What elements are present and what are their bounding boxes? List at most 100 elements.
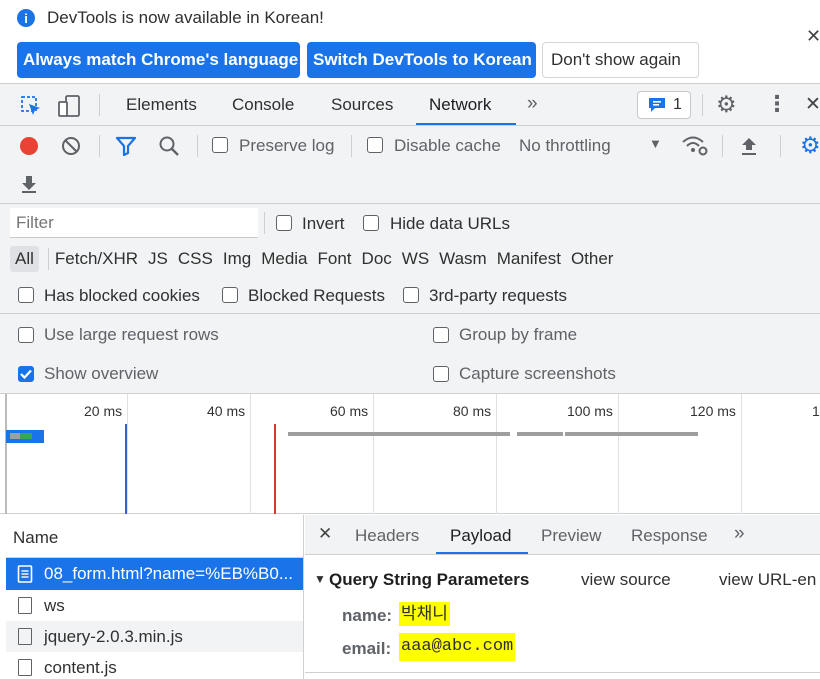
- hide-data-urls-checkbox[interactable]: [363, 215, 379, 231]
- tab-headers[interactable]: Headers: [355, 526, 419, 546]
- divider: [351, 135, 352, 157]
- clear-icon[interactable]: [61, 136, 81, 156]
- more-options-icon[interactable]: ⋮: [766, 91, 788, 117]
- filter-wasm[interactable]: Wasm: [434, 246, 492, 272]
- filter-fetch-xhr[interactable]: Fetch/XHR: [50, 246, 143, 272]
- close-infobar-icon[interactable]: ✕: [806, 26, 820, 47]
- hide-data-urls-label: Hide data URLs: [390, 214, 511, 233]
- checkmark-icon: [20, 369, 32, 380]
- overview-left-edge: [5, 394, 7, 514]
- invert-checkbox[interactable]: [276, 215, 292, 231]
- filter-js[interactable]: JS: [143, 246, 173, 272]
- capture-screenshots-checkbox[interactable]: [433, 366, 449, 382]
- tick-label: 120 ms: [690, 403, 736, 419]
- filter-manifest[interactable]: Manifest: [492, 246, 566, 272]
- import-har-icon[interactable]: [739, 135, 759, 157]
- throttling-select[interactable]: No throttling: [519, 136, 611, 156]
- infobar: i DevTools is now available in Korean! A…: [0, 0, 820, 83]
- tab-payload[interactable]: Payload: [450, 526, 511, 546]
- info-icon: i: [17, 9, 35, 27]
- request-row-selected[interactable]: 08_form.html?name=%EB%B0...: [6, 558, 303, 590]
- more-detail-tabs-icon[interactable]: »: [734, 523, 745, 545]
- gridline: [250, 394, 251, 514]
- tab-preview[interactable]: Preview: [541, 526, 601, 546]
- network-overview: 20 ms 40 ms 60 ms 80 ms 100 ms 120 ms 1: [0, 394, 820, 514]
- tab-network-underline: [416, 123, 516, 125]
- request-row[interactable]: jquery-2.0.3.min.js: [6, 621, 303, 652]
- large-rows-label: Use large request rows: [44, 325, 219, 344]
- group-by-frame-checkbox[interactable]: [433, 327, 449, 343]
- filter-css[interactable]: CSS: [173, 246, 218, 272]
- tab-console[interactable]: Console: [232, 95, 294, 115]
- dont-show-again-button[interactable]: Don't show again: [542, 42, 699, 78]
- third-party-requests-checkbox[interactable]: [403, 287, 419, 303]
- filter-media[interactable]: Media: [256, 246, 312, 272]
- export-har-icon[interactable]: [19, 173, 39, 195]
- request-row[interactable]: ws: [6, 590, 303, 621]
- blocked-requests-checkbox[interactable]: [222, 287, 238, 303]
- has-blocked-cookies-checkbox[interactable]: [18, 287, 34, 303]
- filter-area: Invert Hide data URLs All Fetch/XHR JS C…: [0, 204, 820, 314]
- websocket-bar: [288, 432, 510, 436]
- gridline: [741, 394, 742, 514]
- divider: [722, 135, 723, 157]
- network-toolbar: Preserve log Disable cache No throttling…: [0, 126, 820, 204]
- request-detail-pane: ✕ Headers Payload Preview Response » ▼ Q…: [305, 515, 820, 679]
- tick-label: 100 ms: [567, 403, 613, 419]
- divider: [99, 135, 100, 157]
- tick-label: 60 ms: [330, 403, 369, 419]
- network-conditions-icon[interactable]: [681, 134, 709, 158]
- query-string-section-title[interactable]: Query String Parameters: [329, 570, 529, 590]
- request-name: 08_form.html?name=%EB%B0...: [44, 564, 293, 583]
- search-icon[interactable]: [158, 135, 180, 157]
- more-tabs-icon[interactable]: »: [527, 93, 538, 115]
- filter-img[interactable]: Img: [218, 246, 256, 272]
- close-detail-icon[interactable]: ✕: [318, 524, 332, 544]
- tick-label: 20 ms: [84, 403, 123, 419]
- gridline: [618, 394, 619, 514]
- filter-other[interactable]: Other: [566, 246, 619, 272]
- filter-icon[interactable]: [115, 136, 137, 156]
- section-toggle-icon[interactable]: ▼: [314, 572, 326, 586]
- view-source-link[interactable]: view source: [581, 570, 671, 590]
- network-settings-gear-icon[interactable]: ⚙: [800, 132, 820, 159]
- param-key: email:: [342, 639, 392, 658]
- tab-response[interactable]: Response: [631, 526, 708, 546]
- settings-gear-icon[interactable]: ⚙: [716, 91, 737, 118]
- request-name: ws: [44, 596, 65, 615]
- filter-font[interactable]: Font: [313, 246, 357, 272]
- close-devtools-icon[interactable]: ✕: [805, 93, 820, 116]
- name-column-header[interactable]: Name: [13, 528, 58, 548]
- inspect-element-icon[interactable]: [20, 95, 42, 117]
- preserve-log-label: Preserve log: [239, 136, 335, 155]
- type-filter-bar: All Fetch/XHR JS CSS Img Media Font Doc …: [10, 245, 618, 273]
- dom-content-loaded-line: [125, 424, 127, 514]
- issues-button[interactable]: 1: [637, 91, 691, 119]
- switch-to-korean-button[interactable]: Switch DevTools to Korean: [307, 42, 536, 78]
- record-button[interactable]: [20, 137, 38, 155]
- show-overview-checkbox[interactable]: [18, 366, 34, 382]
- filter-ws[interactable]: WS: [397, 246, 434, 272]
- blocked-requests-label: Blocked Requests: [248, 286, 386, 305]
- device-toolbar-icon[interactable]: [57, 94, 81, 118]
- filter-doc[interactable]: Doc: [357, 246, 397, 272]
- issues-count: 1: [673, 96, 682, 113]
- filter-input[interactable]: [10, 208, 258, 238]
- disable-cache-checkbox[interactable]: [367, 137, 383, 153]
- request-list: Name 08_form.html?name=%EB%B0... ws jque…: [6, 515, 304, 679]
- divider: [48, 248, 49, 270]
- large-rows-checkbox[interactable]: [18, 327, 34, 343]
- tab-elements[interactable]: Elements: [126, 95, 197, 115]
- tab-network[interactable]: Network: [429, 95, 491, 115]
- preserve-log-checkbox[interactable]: [212, 137, 228, 153]
- group-by-frame-label: Group by frame: [459, 325, 578, 344]
- infobar-message: DevTools is now available in Korean!: [47, 8, 324, 27]
- third-party-requests-label: 3rd-party requests: [429, 286, 567, 305]
- tab-sources[interactable]: Sources: [331, 95, 393, 115]
- request-row[interactable]: content.js: [6, 652, 303, 679]
- filter-all[interactable]: All: [10, 246, 39, 272]
- chevron-down-icon[interactable]: ▼: [649, 136, 662, 151]
- divider: [702, 94, 703, 116]
- always-match-language-button[interactable]: Always match Chrome's language: [17, 42, 300, 78]
- view-url-encoded-link[interactable]: view URL-en: [719, 570, 816, 590]
